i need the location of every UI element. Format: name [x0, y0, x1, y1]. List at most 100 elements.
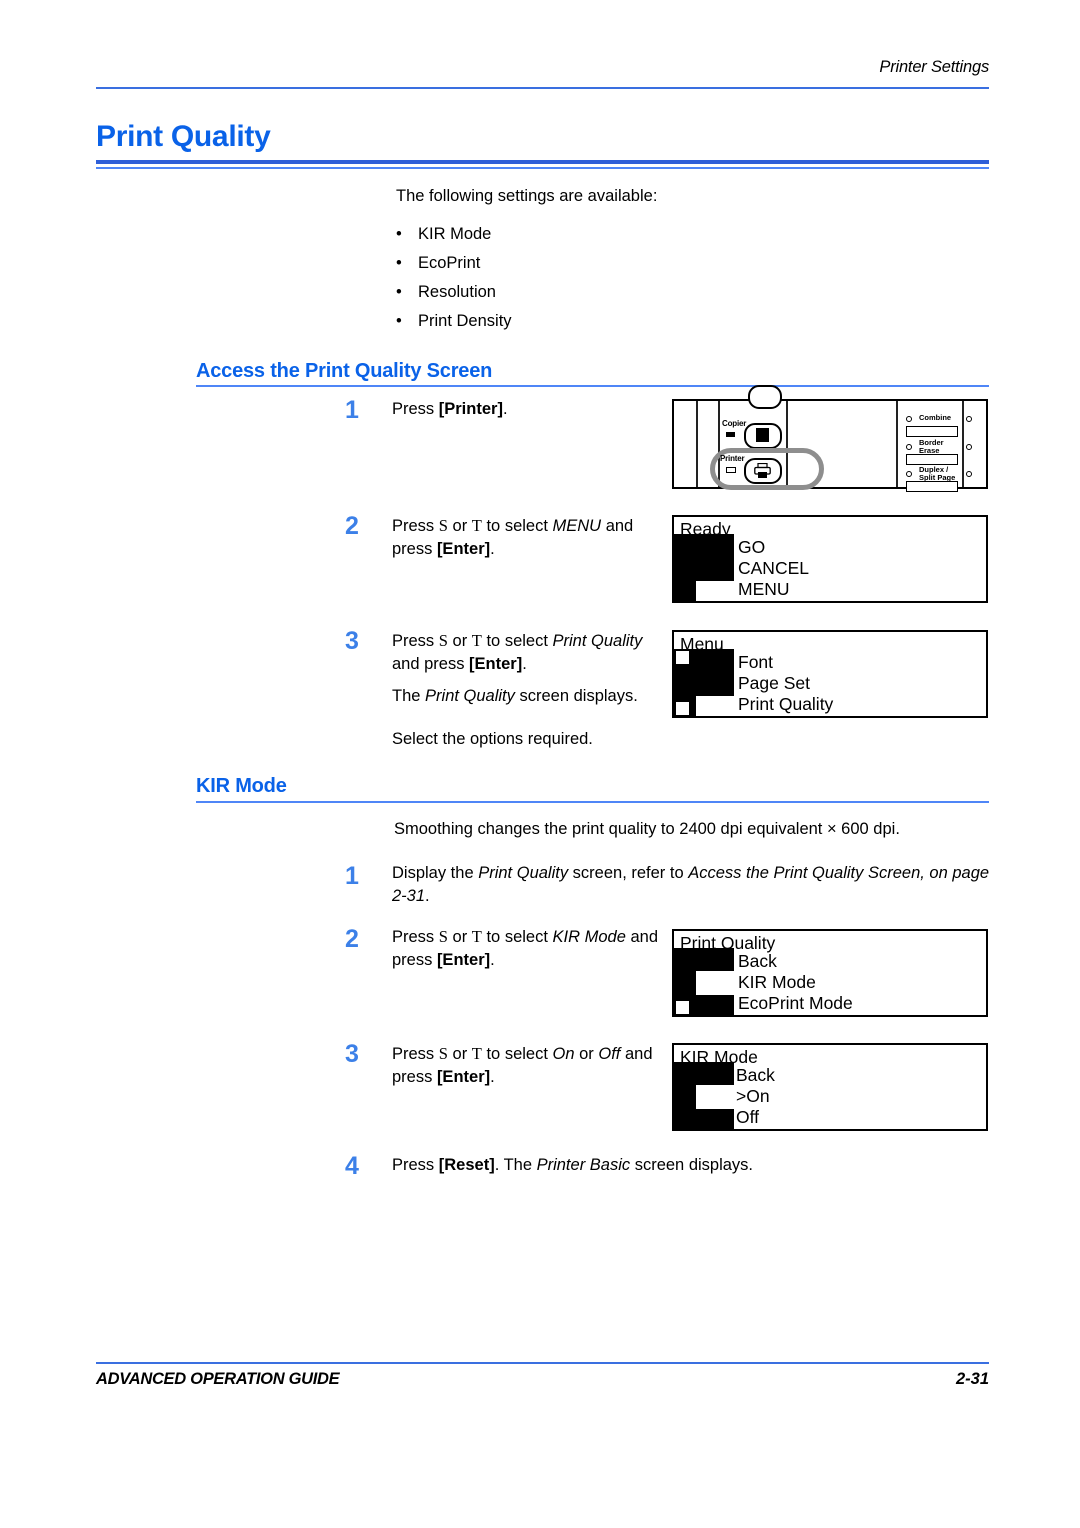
- running-header: Printer Settings: [879, 58, 989, 76]
- arrow-key-glyph: S: [438, 1044, 448, 1063]
- lcd-item-list-menu: Font Page Set Print Quality: [738, 652, 833, 715]
- footer-page-number: 2-31: [955, 1370, 989, 1388]
- lcd-item-list-ready: GO CANCEL MENU: [738, 537, 809, 600]
- panel-divider-4: [896, 401, 898, 487]
- printer-key-label: Printer: [720, 454, 745, 463]
- kir-intro-text: Smoothing changes the print quality to 2…: [394, 820, 900, 838]
- duplex-split-page-label: Duplex / Split Page: [919, 465, 956, 482]
- arrow-key-glyph: T: [471, 516, 482, 535]
- step-number-3: 3: [345, 627, 359, 655]
- printer-control-panel-illustration: Copier Printer Combine Border Erase Duple…: [672, 385, 988, 492]
- bullet-icon: •: [396, 283, 402, 301]
- panel-divider-5: [962, 401, 964, 487]
- lcd-scroll-down-marker-pq: [676, 1001, 689, 1014]
- lcd-menu-item: KIR Mode: [738, 972, 816, 992]
- kir-step-text-4: Press [Reset]. The Printer Basic screen …: [392, 1156, 754, 1174]
- lcd-screen-ready: Ready GO CANCEL MENU: [672, 515, 988, 603]
- list-item-label: Resolution: [418, 283, 496, 301]
- kir-step-number-1: 1: [345, 862, 359, 890]
- heading-access-rule: [196, 385, 989, 387]
- panel-divider-1: [696, 401, 698, 487]
- lcd-selection-marker-menu: [696, 696, 734, 716]
- arrow-key-glyph: S: [438, 516, 448, 535]
- kir-step-text-2: Press S or T to select KIR Mode and pres…: [392, 927, 659, 969]
- bullet-icon: •: [396, 312, 402, 330]
- duplex-split-page-led: [906, 471, 912, 477]
- lcd-title-menu: Menu: [680, 634, 724, 654]
- lcd-screen-menu: Menu Font Page Set Print Quality: [672, 630, 988, 718]
- border-erase-label: Border Erase: [919, 438, 944, 455]
- lcd-scroll-down-marker-menu: [676, 702, 689, 715]
- lcd-menu-item: Page Set: [738, 673, 810, 693]
- lcd-scroll-bar-menu-2: [704, 649, 734, 696]
- lcd-item-list-print-quality: Back KIR Mode EcoPrint Mode: [738, 951, 853, 1014]
- list-item-label: EcoPrint: [418, 254, 481, 272]
- lcd-menu-item: EcoPrint Mode: [738, 993, 853, 1013]
- arrow-key-glyph: S: [438, 631, 448, 650]
- step-number-2: 2: [345, 512, 359, 540]
- arrow-key-glyph: T: [471, 927, 482, 946]
- list-item-label: Print Density: [418, 312, 512, 330]
- footer-rule: [96, 1362, 989, 1364]
- list-item: • Resolution: [396, 283, 896, 312]
- lcd-title-kir-mode: KIR Mode: [680, 1047, 758, 1067]
- lcd-menu-item: Back: [736, 1065, 775, 1085]
- kir-step-number-2: 2: [345, 925, 359, 953]
- list-item: • EcoPrint: [396, 254, 896, 283]
- copier-led-indicator: [726, 432, 735, 437]
- key-oval-partial-top: [748, 385, 782, 409]
- kir-step-number-4: 4: [345, 1152, 359, 1180]
- lcd-menu-item: Font: [738, 652, 774, 672]
- list-item: • Print Density: [396, 312, 896, 341]
- lcd-screen-kir-mode: KIR Mode Back >On Off: [672, 1043, 988, 1131]
- copier-key-icon: [756, 428, 769, 442]
- heading-kir-mode: KIR Mode: [196, 775, 287, 797]
- lcd-title-print-quality: Print Quality: [680, 933, 776, 953]
- step-text-3: Press S or T to select Print Quality and…: [392, 631, 643, 673]
- document-page: Printer Settings Print Quality The follo…: [0, 0, 1080, 1528]
- heading-access-print-quality-screen: Access the Print Quality Screen: [196, 360, 493, 382]
- lcd-selection-marker-ready: [696, 581, 734, 601]
- combine-led-right: [966, 416, 972, 422]
- lcd-title-ready: Ready: [680, 519, 731, 539]
- combine-key-button[interactable]: [906, 426, 958, 437]
- settings-bullet-list: • KIR Mode • EcoPrint • Resolution • Print Dens…: [396, 225, 896, 341]
- duplex-split-page-key-button[interactable]: [906, 481, 958, 492]
- copier-key-button[interactable]: [744, 423, 782, 449]
- lcd-menu-item: GO: [738, 537, 766, 557]
- combine-label: Combine: [919, 413, 952, 422]
- combine-led: [906, 416, 912, 422]
- lcd-menu-item: CANCEL: [738, 558, 809, 578]
- page-title: Print Quality: [96, 120, 271, 153]
- kir-step-text-3: Press S or T to select On or Off and pre…: [392, 1044, 653, 1086]
- border-erase-led: [906, 444, 912, 450]
- lcd-selection-marker-pq: [696, 971, 734, 995]
- arrow-key-glyph: T: [471, 631, 482, 650]
- arrow-key-glyph: T: [471, 1044, 482, 1063]
- header-rule: [96, 87, 989, 89]
- border-erase-led-right: [966, 444, 972, 450]
- list-item-label: KIR Mode: [418, 225, 492, 243]
- lcd-screen-print-quality: Print Quality Back KIR Mode EcoPrint Mode: [672, 929, 988, 1017]
- printer-led-indicator: [726, 467, 736, 473]
- lcd-menu-item: Print Quality: [738, 694, 834, 714]
- bullet-icon: •: [396, 254, 402, 272]
- lcd-scroll-bar-ready-2: [704, 534, 734, 581]
- lcd-menu-item: Off: [736, 1107, 760, 1127]
- bullet-icon: •: [396, 225, 402, 243]
- step-text-1: Press [Printer].: [392, 400, 508, 418]
- title-rule-thick: [96, 160, 989, 164]
- printer-key-button[interactable]: [744, 458, 782, 484]
- list-item: • KIR Mode: [396, 225, 896, 254]
- lcd-menu-item: Back: [738, 951, 777, 971]
- lcd-menu-item: MENU: [738, 579, 790, 599]
- border-erase-key-button[interactable]: [906, 454, 958, 465]
- intro-lead: The following settings are available:: [396, 187, 658, 205]
- copier-key-label: Copier: [722, 419, 747, 428]
- lcd-item-list-kir-mode: Back >On Off: [736, 1065, 775, 1128]
- lcd-selection-marker-kir: [696, 1085, 734, 1109]
- step-note-select-options: Select the options required.: [392, 730, 593, 748]
- kir-step-number-3: 3: [345, 1040, 359, 1068]
- duplex-split-page-led-right: [966, 471, 972, 477]
- arrow-key-glyph: S: [438, 927, 448, 946]
